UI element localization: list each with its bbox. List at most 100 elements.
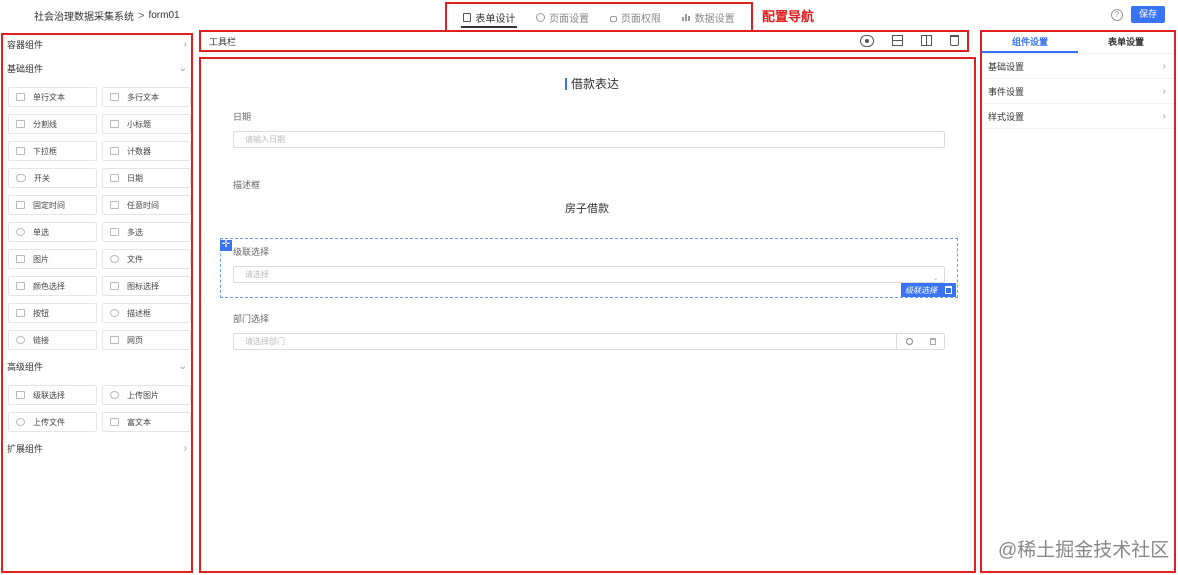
nav-annotation-label: 配置导航 <box>762 9 815 24</box>
component-label: 任意时间 <box>127 200 159 210</box>
form-title: 借款表达 <box>565 75 619 92</box>
component-label: 固定时间 <box>33 200 65 210</box>
settings-row-label: 基础设置 <box>988 61 1025 72</box>
cascader-field-label: 级联选择 <box>233 247 270 257</box>
split-vertical-icon[interactable] <box>921 35 932 46</box>
chevron-down-icon: ⌄ <box>178 62 187 74</box>
component-counter[interactable]: 计数器 <box>102 141 191 161</box>
settings-row-events[interactable]: 事件设置 › <box>982 79 1174 104</box>
eye-icon[interactable] <box>860 35 874 47</box>
component-label: 链接 <box>33 335 49 345</box>
component-webpage[interactable]: 网页 <box>102 330 191 350</box>
paperclip-icon <box>110 255 119 263</box>
group-label: 容器组件 <box>7 39 44 50</box>
chevron-right-icon: › <box>183 442 187 454</box>
tab-data-settings[interactable]: 数据设置 <box>680 5 737 29</box>
component-label: 图标选择 <box>127 281 159 291</box>
radio-icon <box>16 228 25 236</box>
date-input[interactable]: 请输入日期 <box>233 131 945 148</box>
component-rich-text[interactable]: 富文本 <box>102 412 191 432</box>
component-description[interactable]: 描述框 <box>102 303 191 323</box>
document-icon <box>463 12 472 22</box>
component-multi-line-text[interactable]: 多行文本 <box>102 87 191 107</box>
rich-text-icon <box>110 418 119 426</box>
component-label: 级联选择 <box>33 390 65 400</box>
tab-form-settings[interactable]: 表单设置 <box>1078 32 1174 53</box>
department-input[interactable]: 请选择部门 <box>233 333 945 350</box>
component-single-line-text[interactable]: 单行文本 <box>8 87 97 107</box>
component-cascader[interactable]: 级联选择 <box>8 385 97 405</box>
component-color-picker[interactable]: 颜色选择 <box>8 276 97 296</box>
save-button[interactable]: 保存 <box>1131 6 1165 23</box>
settings-panel: 组件设置 表单设置 基础设置 › 事件设置 › 样式设置 › <box>980 30 1176 573</box>
component-label: 描述框 <box>127 308 151 318</box>
component-upload-image[interactable]: 上传图片 <box>102 385 191 405</box>
component-file[interactable]: 文件 <box>102 249 191 269</box>
component-dropdown[interactable]: 下拉框 <box>8 141 97 161</box>
selected-component-tag: 级联选择 <box>901 283 956 297</box>
component-label: 上传文件 <box>33 417 65 427</box>
clear-icon[interactable] <box>930 338 937 345</box>
tab-page-settings[interactable]: 页面设置 <box>534 5 591 29</box>
counter-icon <box>110 147 119 155</box>
toolbar-actions <box>860 35 959 47</box>
settings-tabs: 组件设置 表单设置 <box>982 32 1174 54</box>
extension-group-header[interactable]: 扩展组件 › <box>3 439 191 457</box>
component-label: 图片 <box>33 254 49 264</box>
delete-component-icon[interactable] <box>945 286 952 294</box>
search-icon[interactable] <box>905 338 913 345</box>
webpage-icon <box>110 336 119 344</box>
component-button[interactable]: 按钮 <box>8 303 97 323</box>
settings-row-label: 事件设置 <box>988 86 1025 97</box>
selected-component-name: 级联选择 <box>905 285 937 295</box>
toolbar-label: 工具栏 <box>209 36 237 47</box>
toolbar: 工具栏 <box>199 30 969 52</box>
group-label: 扩展组件 <box>7 443 44 454</box>
form-canvas: 借款表达 日期 请输入日期 描述框 房子借款 ✛ 级联选择 请选择 ⌄ 级联选择… <box>199 57 976 573</box>
breadcrumb-app-name[interactable]: 社会治理数据采集系统 <box>34 8 134 23</box>
component-radio[interactable]: 单选 <box>8 222 97 242</box>
component-date[interactable]: 日期 <box>102 168 191 188</box>
component-fixed-time[interactable]: 固定时间 <box>8 195 97 215</box>
tab-component-settings[interactable]: 组件设置 <box>982 32 1078 53</box>
component-label: 单选 <box>33 227 49 237</box>
image-icon <box>16 255 25 263</box>
basic-group-header[interactable]: 基础组件 ⌄ <box>3 59 191 77</box>
help-icon[interactable]: ? <box>1111 9 1123 21</box>
tab-form-design[interactable]: 表单设计 <box>461 5 518 29</box>
tab-page-permissions[interactable]: 页面权限 <box>608 5 663 29</box>
split-horizontal-icon[interactable] <box>892 35 903 46</box>
container-group-header[interactable]: 容器组件 › <box>3 35 191 53</box>
component-subtitle[interactable]: 小标题 <box>102 114 191 134</box>
description-icon <box>110 309 119 317</box>
dropdown-icon <box>16 147 25 155</box>
component-any-time[interactable]: 任意时间 <box>102 195 191 215</box>
subtitle-icon <box>110 120 119 128</box>
chevron-right-icon: › <box>183 38 187 50</box>
component-icon-picker[interactable]: 图标选择 <box>102 276 191 296</box>
component-image[interactable]: 图片 <box>8 249 97 269</box>
upload-file-icon <box>16 418 25 426</box>
color-picker-icon <box>16 282 25 290</box>
component-checkbox[interactable]: 多选 <box>102 222 191 242</box>
chevron-right-icon: › <box>1162 110 1166 122</box>
component-label: 日期 <box>127 173 143 183</box>
component-label: 多选 <box>127 227 143 237</box>
breadcrumb-form-name: form01 <box>148 10 180 21</box>
config-navigation: 表单设计 页面设置 页面权限 数据设置 <box>445 2 753 32</box>
move-handle-icon[interactable]: ✛ <box>220 240 232 251</box>
component-upload-file[interactable]: 上传文件 <box>8 412 97 432</box>
component-label: 计数器 <box>127 146 151 156</box>
trash-icon[interactable] <box>950 35 959 46</box>
component-link[interactable]: 链接 <box>8 330 97 350</box>
component-toggle[interactable]: 开关 <box>8 168 97 188</box>
component-label: 富文本 <box>127 417 151 427</box>
settings-row-basic[interactable]: 基础设置 › <box>982 54 1174 79</box>
component-divider[interactable]: 分割线 <box>8 114 97 134</box>
advanced-group-header[interactable]: 高级组件 ⌄ <box>3 357 191 375</box>
settings-row-style[interactable]: 样式设置 › <box>982 104 1174 129</box>
toggle-icon <box>16 174 26 182</box>
fixed-time-icon <box>16 201 25 209</box>
settings-row-label: 样式设置 <box>988 111 1025 122</box>
cascader-select[interactable]: 请选择 ⌄ <box>233 266 945 283</box>
